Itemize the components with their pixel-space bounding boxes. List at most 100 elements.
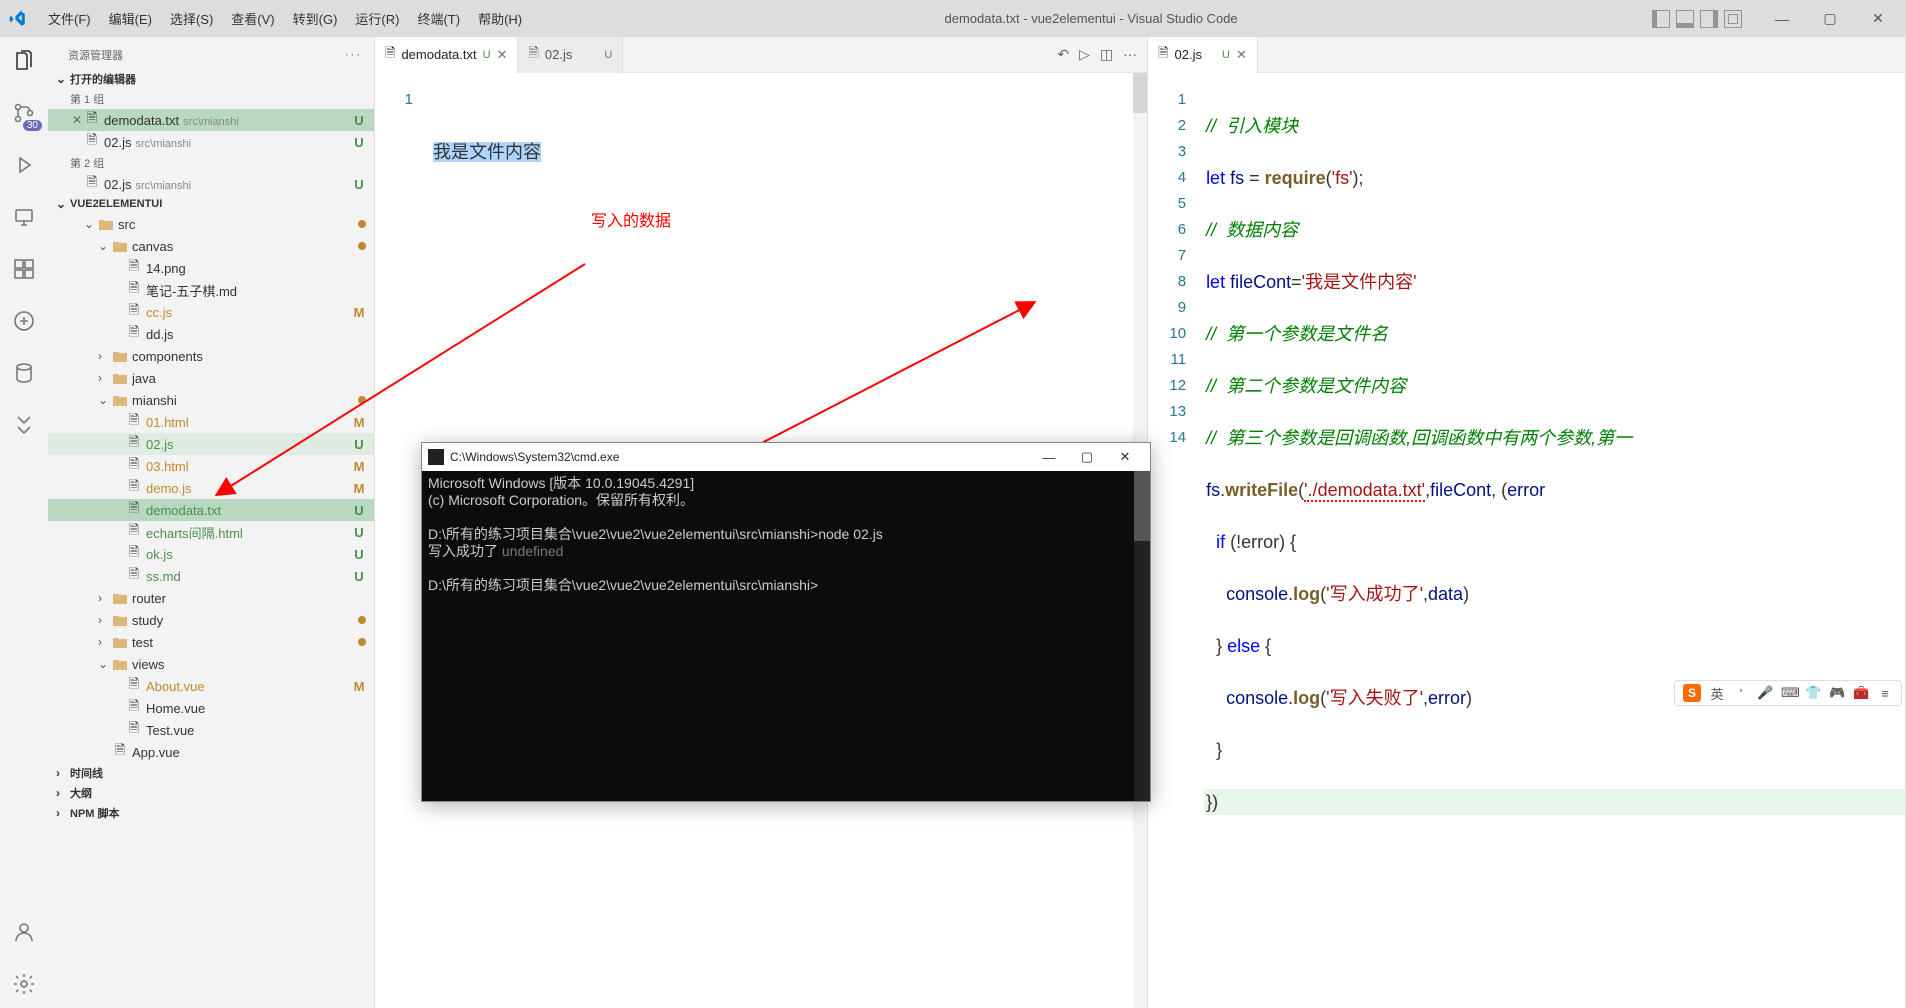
ime-skin-icon[interactable]: 👕 — [1805, 685, 1821, 701]
cmd-minimize-icon[interactable]: — — [1030, 443, 1068, 471]
menu-run[interactable]: 运行(R) — [347, 5, 407, 32]
cmd-output[interactable]: Microsoft Windows [版本 10.0.19045.4291] (… — [422, 471, 1150, 801]
ime-lang[interactable]: 英 — [1709, 684, 1725, 703]
git-graph-icon[interactable] — [10, 411, 38, 439]
sidebar-more-icon[interactable]: ··· — [345, 49, 362, 61]
folder-row[interactable]: ›router — [48, 587, 374, 609]
menu-go[interactable]: 转到(G) — [285, 5, 346, 32]
database-icon[interactable] — [10, 359, 38, 387]
file-row[interactable]: 🗎About.vueM — [48, 675, 374, 697]
file-icon: 🗎 — [126, 257, 142, 279]
cmd-scrollbar[interactable] — [1134, 471, 1150, 801]
ime-punct-icon[interactable]: ' — [1733, 686, 1749, 701]
run-debug-icon[interactable] — [10, 151, 38, 179]
file-icon: 🗎 — [84, 131, 100, 153]
file-row[interactable]: 🗎demo.jsM — [48, 477, 374, 499]
ime-toolbar[interactable]: S 英 ' 🎤 ⌨ 👕 🎮 🧰 ≡ — [1674, 680, 1902, 706]
close-icon[interactable]: ✕ — [497, 47, 508, 63]
file-row[interactable]: 🗎echarts间隔.htmlU — [48, 521, 374, 543]
file-row[interactable]: 🗎14.png — [48, 257, 374, 279]
status-dot — [358, 242, 366, 250]
item-label: router — [132, 591, 366, 606]
customize-layout-icon[interactable] — [1724, 10, 1742, 28]
ime-mic-icon[interactable]: 🎤 — [1757, 685, 1773, 701]
folder-row[interactable]: ›test — [48, 631, 374, 653]
toggle-panel-icon[interactable] — [1676, 10, 1694, 28]
scrollbar-thumb[interactable] — [1134, 471, 1150, 541]
file-row[interactable]: 🗎dd.js — [48, 323, 374, 345]
toggle-primary-sidebar-icon[interactable] — [1652, 10, 1670, 28]
ime-tools-icon[interactable]: 🧰 — [1853, 685, 1869, 701]
menu-help[interactable]: 帮助(H) — [470, 5, 530, 32]
section-open-editors[interactable]: ⌄ 打开的编辑器 — [48, 69, 374, 89]
folder-row[interactable]: ›study — [48, 609, 374, 631]
chevron-down-icon: ⌄ — [98, 239, 112, 253]
folder-icon — [112, 372, 128, 384]
accounts-icon[interactable] — [10, 918, 38, 946]
close-icon[interactable]: ✕ — [70, 113, 84, 127]
ime-keyboard-icon[interactable]: ⌨ — [1781, 685, 1797, 701]
menu-selection[interactable]: 选择(S) — [162, 5, 221, 32]
tab-demodata[interactable]: 🗎 demodata.txt U ✕ — [375, 37, 518, 73]
folder-row[interactable]: ⌄mianshi — [48, 389, 374, 411]
run-icon[interactable]: ▷ — [1079, 46, 1090, 63]
status-modified: M — [352, 481, 366, 496]
menu-view[interactable]: 查看(V) — [223, 5, 282, 32]
file-row[interactable]: 🗎02.jsU — [48, 433, 374, 455]
more-actions-icon[interactable]: ··· — [1123, 46, 1137, 63]
section-outline[interactable]: › 大纲 — [48, 783, 374, 803]
split-editor-icon[interactable]: ◫ — [1100, 46, 1113, 63]
toggle-secondary-sidebar-icon[interactable] — [1700, 10, 1718, 28]
window-maximize-icon[interactable]: ▢ — [1810, 4, 1850, 34]
file-row[interactable]: 🗎笔记-五子棋.md — [48, 279, 374, 301]
tab-02js-right[interactable]: 🗎 02.js U ✕ — [1148, 37, 1258, 73]
ime-game-icon[interactable]: 🎮 — [1829, 685, 1845, 701]
folder-row[interactable]: ›java — [48, 367, 374, 389]
file-icon: 🗎 — [84, 109, 100, 131]
folder-row[interactable]: ⌄views — [48, 653, 374, 675]
folder-row[interactable]: ⌄canvas — [48, 235, 374, 257]
explorer-icon[interactable] — [10, 47, 38, 75]
remote-explorer-icon[interactable] — [10, 203, 38, 231]
open-editor-item[interactable]: 🗎 02.jssrc\mianshi U — [48, 131, 374, 153]
menu-edit[interactable]: 编辑(E) — [101, 5, 160, 32]
file-row[interactable]: 🗎ok.jsU — [48, 543, 374, 565]
go-back-icon[interactable]: ↶ — [1057, 46, 1069, 63]
file-row[interactable]: 🗎demodata.txtU — [48, 499, 374, 521]
extensions-icon[interactable] — [10, 255, 38, 283]
settings-gear-icon[interactable] — [10, 970, 38, 998]
source-control-icon[interactable]: 30 — [10, 99, 38, 127]
cmd-window[interactable]: C:\Windows\System32\cmd.exe — ▢ ✕ Micros… — [421, 442, 1151, 802]
folder-row[interactable]: ›components — [48, 345, 374, 367]
menu-file[interactable]: 文件(F) — [40, 5, 99, 32]
file-row[interactable]: 🗎Test.vue — [48, 719, 374, 741]
section-timeline[interactable]: › 时间线 — [48, 763, 374, 783]
cmd-close-icon[interactable]: ✕ — [1106, 443, 1144, 471]
ime-menu-icon[interactable]: ≡ — [1877, 686, 1893, 701]
editor-body[interactable]: 1234567891011121314 // 引入模块 let fs = req… — [1148, 73, 1905, 1008]
file-row[interactable]: 🗎App.vue — [48, 741, 374, 763]
tab-02js[interactable]: 🗎 02.js U — [518, 37, 623, 73]
scm-badge: 30 — [23, 120, 42, 131]
file-row[interactable]: 🗎03.htmlM — [48, 455, 374, 477]
folder-row[interactable]: ⌄src — [48, 213, 374, 235]
code-area[interactable]: // 引入模块 let fs = require('fs'); // 数据内容 … — [1204, 73, 1905, 1008]
close-icon[interactable]: ✕ — [1236, 47, 1247, 63]
cmd-titlebar[interactable]: C:\Windows\System32\cmd.exe — ▢ ✕ — [422, 443, 1150, 471]
status-dot — [358, 616, 366, 624]
docker-icon[interactable] — [10, 307, 38, 335]
file-row[interactable]: 🗎01.htmlM — [48, 411, 374, 433]
window-close-icon[interactable]: ✕ — [1858, 4, 1898, 34]
file-row[interactable]: 🗎ss.mdU — [48, 565, 374, 587]
sogou-logo-icon[interactable]: S — [1683, 684, 1701, 702]
window-minimize-icon[interactable]: — — [1762, 4, 1802, 34]
open-editor-item[interactable]: 🗎 02.jssrc\mianshi U — [48, 173, 374, 195]
section-project[interactable]: ⌄ VUE2ELEMENTUI — [48, 195, 374, 213]
file-row[interactable]: 🗎cc.jsM — [48, 301, 374, 323]
minimap-thumb[interactable] — [1133, 73, 1147, 113]
open-editor-item[interactable]: ✕ 🗎 demodata.txtsrc\mianshi U — [48, 109, 374, 131]
menu-terminal[interactable]: 终端(T) — [409, 5, 468, 32]
file-row[interactable]: 🗎Home.vue — [48, 697, 374, 719]
section-npm[interactable]: › NPM 脚本 — [48, 803, 374, 823]
cmd-maximize-icon[interactable]: ▢ — [1068, 443, 1106, 471]
